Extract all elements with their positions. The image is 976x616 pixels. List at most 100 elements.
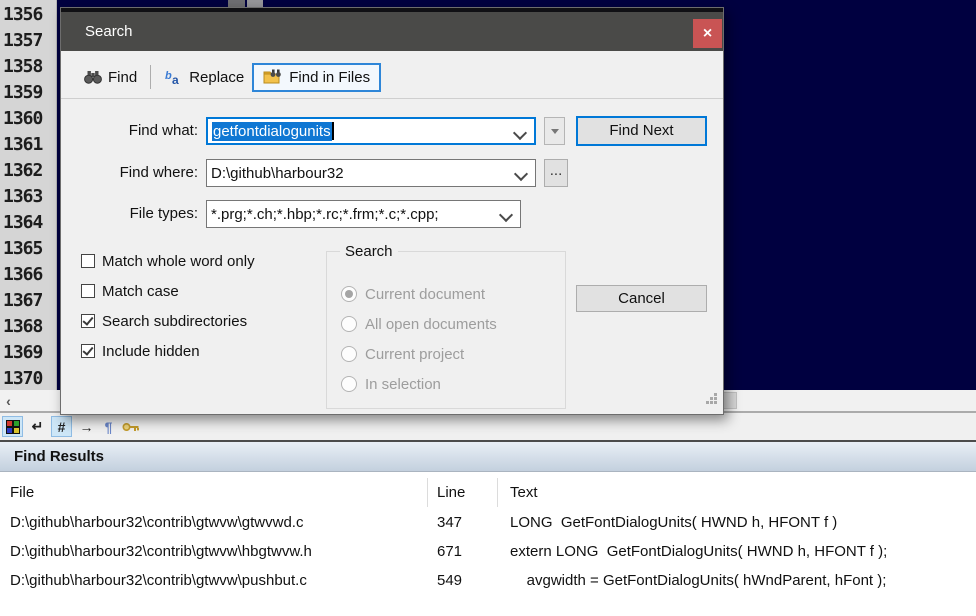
- radio-current-project: Current project: [341, 344, 464, 364]
- radio-label: Current document: [365, 285, 486, 303]
- search-scope-groupbox: Search Current document All open documen…: [326, 243, 566, 409]
- find-what-combobox[interactable]: getfontdialogunits: [206, 117, 536, 145]
- checkbox-search-subdirectories[interactable]: Search subdirectories: [81, 312, 247, 330]
- scroll-left-icon: ‹: [6, 392, 11, 409]
- tab-label: Replace: [189, 68, 245, 86]
- radio-icon: [341, 346, 357, 362]
- selected-text: getfontdialogunits: [212, 121, 332, 141]
- checkbox-include-hidden[interactable]: Include hidden: [81, 342, 200, 360]
- column-header-text[interactable]: Text: [510, 478, 538, 507]
- checkbox-label: Match case: [102, 282, 179, 300]
- replace-letters-icon: b a: [165, 70, 179, 85]
- line-number: 1365: [3, 238, 43, 259]
- column-divider[interactable]: [497, 478, 498, 507]
- line-number: 1366: [3, 264, 43, 285]
- close-icon: ×: [702, 24, 713, 42]
- line-number: 1362: [3, 160, 43, 181]
- svg-text:b: b: [165, 70, 172, 82]
- tab-find-in-files[interactable]: Find in Files: [252, 62, 382, 92]
- find-next-button[interactable]: Find Next: [576, 116, 707, 146]
- dialog-titlebar[interactable]: Search ×: [61, 8, 723, 51]
- radio-in-selection: In selection: [341, 374, 441, 394]
- line-number: 1363: [3, 186, 43, 207]
- result-file: D:\github\harbour32\contrib\gtwvw\pushbu…: [10, 572, 307, 589]
- svg-text:a: a: [172, 73, 179, 85]
- search-dialog: Search × Find b a Replace Find in Files …: [60, 7, 724, 415]
- checkbox-match-whole-word[interactable]: Match whole word only: [81, 252, 255, 270]
- line-number: 1370: [3, 368, 43, 389]
- background-toolbar-fragment: [247, 0, 263, 7]
- text-caret: [331, 122, 334, 140]
- line-number: 1359: [3, 82, 43, 103]
- line-number: 1369: [3, 342, 43, 363]
- radio-label: Current project: [365, 345, 465, 363]
- result-text: LONG GetFontDialogUnits( HWND h, HFONT f…: [510, 514, 838, 531]
- search-mode-tabs: Find b a Replace Find in Files: [61, 56, 723, 98]
- radio-icon: [341, 316, 357, 332]
- line-number: 1368: [3, 316, 43, 337]
- combo-value: *.prg;*.ch;*.hbp;*.rc;*.frm;*.c;*.cpp;: [211, 205, 439, 223]
- tab-label: Find in Files: [289, 68, 371, 86]
- checkbox-match-case[interactable]: Match case: [81, 282, 179, 300]
- result-line: 549: [437, 572, 463, 589]
- column-header-file[interactable]: File: [10, 478, 34, 507]
- color-blocks-icon[interactable]: [2, 416, 23, 437]
- result-row[interactable]: D:\github\harbour32\contrib\gtwvw\hbgtwv…: [0, 537, 976, 566]
- chevron-down-icon: [512, 125, 528, 141]
- line-break-icon[interactable]: ↵: [27, 416, 48, 437]
- tab-label: Find: [108, 68, 138, 86]
- column-divider[interactable]: [427, 478, 428, 507]
- toolbar-separator: [150, 65, 152, 89]
- line-number-gutter: 1356 1357 1358 1359 1360 1361 1362 1363 …: [0, 0, 57, 390]
- macro-key-icon[interactable]: [120, 416, 141, 437]
- chevron-down-icon: [513, 166, 529, 182]
- radio-icon: [341, 376, 357, 392]
- divider: [61, 98, 723, 99]
- groupbox-label: Search: [340, 243, 398, 260]
- cancel-button[interactable]: Cancel: [576, 285, 707, 312]
- checkbox-checked-icon: [81, 344, 95, 358]
- triangle-down-icon: [550, 128, 559, 134]
- line-number: 1357: [3, 30, 43, 51]
- line-number: 1364: [3, 212, 43, 233]
- browse-folder-button[interactable]: ...: [544, 159, 568, 187]
- checkbox-icon: [81, 284, 95, 298]
- line-number: 1367: [3, 290, 43, 311]
- line-numbers-icon[interactable]: #: [51, 416, 72, 437]
- radio-label: All open documents: [365, 315, 497, 333]
- resize-grip[interactable]: [705, 392, 718, 410]
- result-file: D:\github\harbour32\contrib\gtwvw\hbgtwv…: [10, 543, 312, 560]
- file-types-combobox[interactable]: *.prg;*.ch;*.hbp;*.rc;*.frm;*.c;*.cpp;: [206, 200, 521, 228]
- result-text: extern LONG GetFontDialogUnits( HWND h, …: [510, 543, 888, 560]
- result-text: avgwidth = GetFontDialogUnits( hWndParen…: [510, 572, 887, 589]
- app-window: 1356 1357 1358 1359 1360 1361 1362 1363 …: [0, 0, 976, 616]
- pilcrow-icon[interactable]: ¶: [98, 416, 119, 437]
- result-line: 347: [437, 514, 463, 531]
- find-where-label: Find where:: [119, 164, 198, 181]
- file-types-label: File types:: [129, 205, 198, 222]
- radio-label: In selection: [365, 375, 441, 393]
- line-number: 1360: [3, 108, 43, 129]
- background-toolbar-fragment: [228, 0, 245, 7]
- combo-value: D:\github\harbour32: [211, 164, 344, 182]
- history-dropdown-button[interactable]: [544, 117, 565, 145]
- scroll-left-button[interactable]: ‹: [0, 390, 17, 411]
- result-file: D:\github\harbour32\contrib\gtwvw\gtwvwd…: [10, 514, 304, 531]
- find-what-label: Find what:: [128, 122, 198, 139]
- column-header-line[interactable]: Line: [437, 478, 465, 507]
- radio-all-open-documents: All open documents: [341, 314, 497, 334]
- results-table-header: File Line Text: [0, 478, 976, 507]
- checkbox-checked-icon: [81, 314, 95, 328]
- tab-find[interactable]: Find: [76, 64, 145, 91]
- tab-replace[interactable]: b a Replace: [156, 64, 252, 91]
- line-number: 1361: [3, 134, 43, 155]
- result-row[interactable]: D:\github\harbour32\contrib\gtwvw\gtwvwd…: [0, 508, 976, 537]
- result-row[interactable]: D:\github\harbour32\contrib\gtwvw\pushbu…: [0, 566, 976, 595]
- find-where-combobox[interactable]: D:\github\harbour32: [206, 159, 536, 187]
- tab-arrow-icon[interactable]: →: [76, 416, 97, 437]
- folder-search-icon: [263, 69, 282, 84]
- checkbox-label: Match whole word only: [102, 252, 255, 270]
- binoculars-icon: [84, 71, 102, 84]
- close-button[interactable]: ×: [693, 19, 722, 48]
- line-number: 1356: [3, 4, 43, 25]
